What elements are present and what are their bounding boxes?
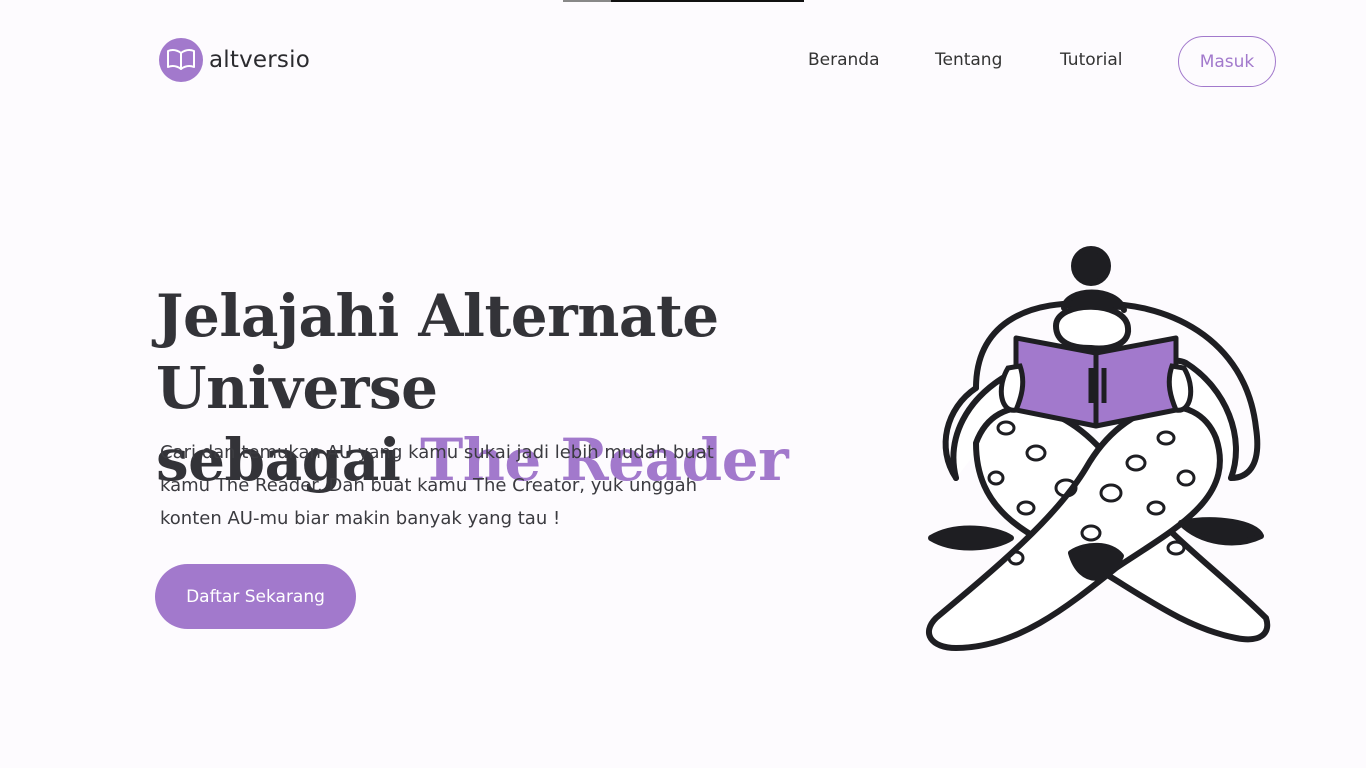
- site-header: altversio Beranda Tentang Tutorial Masuk: [0, 0, 1366, 120]
- hero-description: Cari dan temukan AU yang kamu sukai jadi…: [160, 442, 714, 529]
- brand-name: altversio: [209, 47, 310, 73]
- person-reading-book-illustration: [916, 238, 1284, 658]
- open-book-icon: [159, 38, 203, 82]
- nav-tutorial[interactable]: Tutorial: [1060, 50, 1123, 70]
- login-button[interactable]: Masuk: [1178, 36, 1276, 87]
- nav-beranda[interactable]: Beranda: [808, 50, 880, 70]
- brand-logo-link[interactable]: altversio: [159, 38, 310, 82]
- register-now-button[interactable]: Daftar Sekarang: [155, 564, 356, 629]
- nav-tentang[interactable]: Tentang: [935, 50, 1002, 70]
- next-section-heading-peek: [690, 760, 950, 768]
- hero-title-line1: Jelajahi Alternate Universe: [156, 282, 719, 422]
